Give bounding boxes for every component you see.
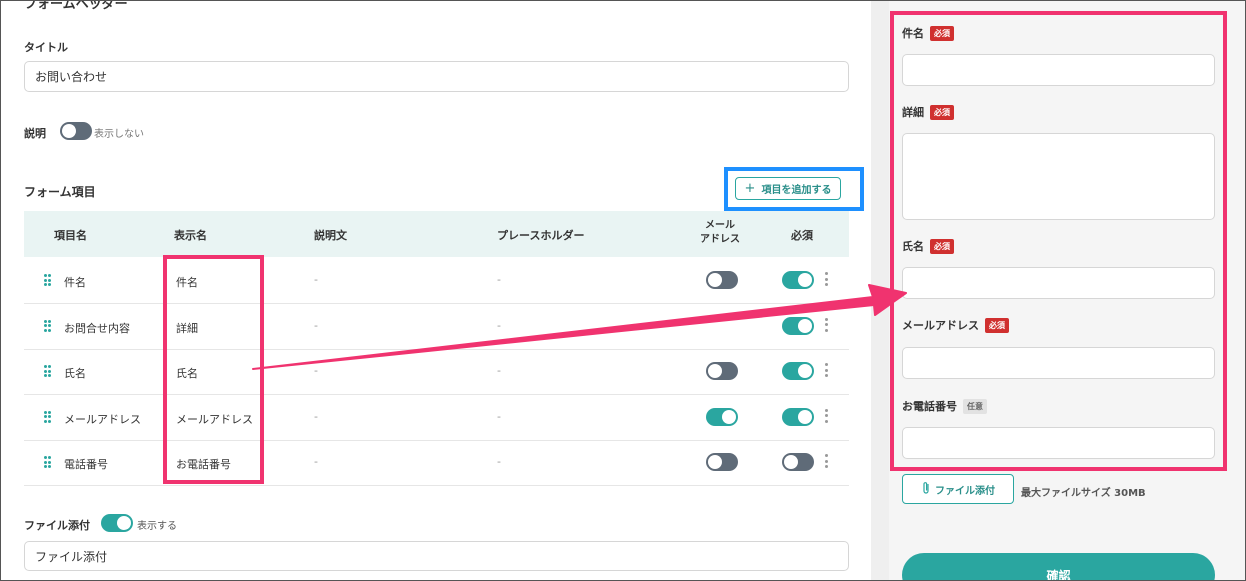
- app-frame: フォームヘッダー タイトル お問い合わせ 説明 表示しない フォーム項目 + 項…: [0, 0, 1246, 581]
- annotation-arrow: [252, 284, 907, 370]
